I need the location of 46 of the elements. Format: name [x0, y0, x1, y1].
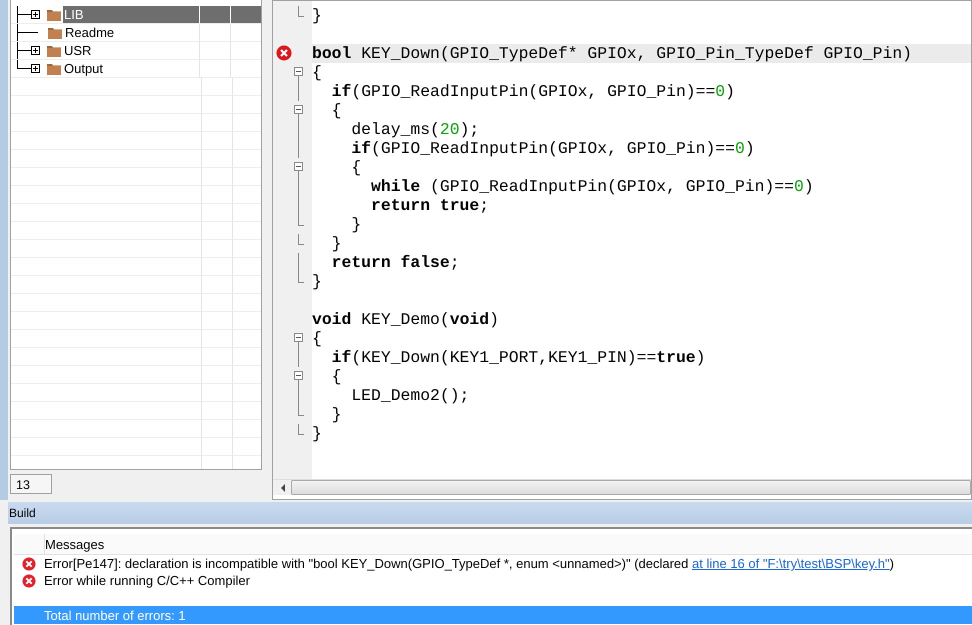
collapse-icon[interactable]: [294, 371, 303, 380]
error-icon: [22, 574, 36, 588]
code-line: if(KEY_Down(KEY1_PORT,KEY1_PIN)==true): [330, 348, 706, 367]
line-count-field: 13: [10, 474, 52, 494]
code-line: if(GPIO_ReadInputPin(GPIOx, GPIO_Pin)==0): [330, 82, 735, 101]
code-line: }: [312, 272, 322, 291]
code-line: bool KEY_Down(GPIO_TypeDef* GPIOx, GPIO_Pin_TypeDef GPIO_Pin): [312, 44, 912, 63]
tree-item[interactable]: Readme: [11, 24, 261, 42]
code-line: {: [330, 101, 342, 120]
expand-icon[interactable]: [31, 10, 40, 19]
message-text: Error while running C/C++ Compiler: [44, 573, 250, 588]
collapse-icon[interactable]: [294, 67, 303, 76]
folder-icon: [47, 44, 61, 56]
expand-icon[interactable]: [31, 64, 40, 73]
file-link[interactable]: at line 16 of "F:\try\test\BSP\key.h": [692, 556, 890, 571]
error-icon: [22, 556, 36, 570]
code-line: }: [350, 215, 362, 234]
code-line: {: [350, 158, 362, 177]
message-text: Error[Pe147]: declaration is incompatible with "bool KEY_Down(GPIO_TypeDef *, enum <unnamed>)" (declared at line 16 of "F:\try\test\BSP\key.h"): [44, 556, 894, 571]
code-line: }: [330, 234, 342, 253]
tree-item[interactable]: USR: [11, 42, 261, 60]
code-line: }: [312, 6, 322, 25]
code-line: LED_Demo2();: [350, 386, 470, 405]
code-line: }: [330, 405, 342, 424]
folder-icon: [47, 8, 61, 20]
code-line: }: [312, 424, 322, 443]
code-line: void KEY_Demo(void): [312, 310, 499, 329]
expand-icon[interactable]: [31, 46, 40, 55]
tree-item[interactable]: Output: [11, 60, 261, 78]
code-line: {: [312, 329, 322, 348]
panel-title: Build: [9, 506, 36, 520]
code-line: {: [330, 367, 342, 386]
code-line: delay_ms(20);: [350, 120, 480, 139]
code-line: return false;: [330, 253, 460, 272]
code-line: return true;: [370, 196, 490, 215]
scroll-left-icon[interactable]: [281, 484, 285, 492]
folder-icon: [48, 26, 62, 38]
collapse-icon[interactable]: [294, 162, 303, 171]
code-line: if(GPIO_ReadInputPin(GPIOx, GPIO_Pin)==0): [350, 139, 755, 158]
code-line: {: [312, 63, 322, 82]
code-line: while (GPIO_ReadInputPin(GPIOx, GPIO_Pin)==0): [370, 177, 814, 196]
message-text: Total number of errors: 1: [44, 608, 186, 622]
column-header: Messages: [45, 536, 104, 552]
folder-icon: [47, 62, 61, 74]
collapse-icon[interactable]: [294, 333, 303, 342]
collapse-icon[interactable]: [294, 105, 303, 114]
